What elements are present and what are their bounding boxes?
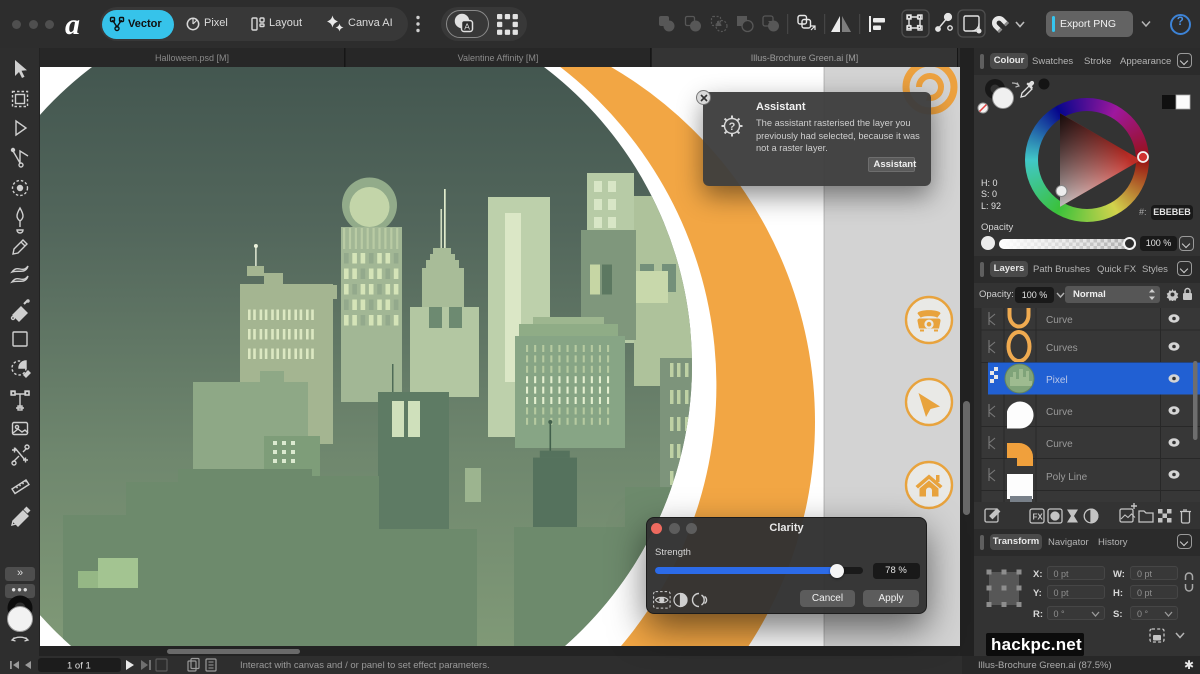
svg-text:1 of 1: 1 of 1 — [67, 661, 91, 672]
svg-text:Curve: Curve — [1046, 439, 1073, 450]
svg-text:Curves: Curves — [1046, 343, 1078, 354]
svg-text:?: ? — [729, 121, 736, 133]
svg-text:A: A — [464, 22, 470, 32]
svg-text:Curve: Curve — [1046, 315, 1073, 326]
svg-text:Pixel: Pixel — [1046, 375, 1068, 386]
svg-text:Poly Line: Poly Line — [1046, 472, 1088, 483]
svg-text:Curve: Curve — [1046, 407, 1073, 418]
svg-text:FX: FX — [1033, 513, 1044, 522]
svg-text:a: a — [65, 8, 80, 40]
